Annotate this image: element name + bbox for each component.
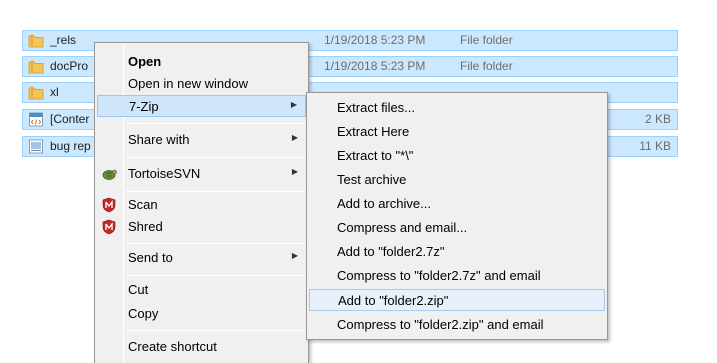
submenu-item-test-archive[interactable]: Test archive: [309, 169, 605, 191]
file-name: bug rep: [50, 139, 91, 153]
file-size: 2 KB: [644, 112, 671, 126]
menu-item-open[interactable]: Open: [97, 51, 306, 73]
folder-icon: [28, 85, 44, 100]
submenu-item-label: Compress to "folder2.zip" and email: [337, 317, 544, 332]
submenu-item-extract-here[interactable]: Extract Here: [309, 121, 605, 143]
menu-item-create-shortcut[interactable]: Create shortcut: [97, 336, 306, 358]
menu-separator: [126, 243, 306, 244]
submenu-item-add-to-archive[interactable]: Add to archive...: [309, 193, 605, 215]
submenu-item-label: Compress and email...: [337, 220, 468, 235]
submenu-item-compress-7z-email[interactable]: Compress to "folder2.7z" and email: [309, 265, 605, 287]
menu-separator: [126, 191, 306, 192]
submenu-item-label: Extract to "*\": [337, 148, 414, 163]
menu-separator: [126, 275, 306, 276]
file-size: 11 KB: [639, 139, 671, 153]
menu-item-label: 7-Zip: [129, 99, 159, 114]
menu-item-label: Scan: [128, 197, 158, 212]
file-name: [Conter: [50, 112, 90, 126]
tortoisesvn-icon: [101, 166, 117, 182]
submenu-arrow-icon: ▶: [290, 100, 297, 109]
file-date: 1/19/2018 5:23 PM: [324, 33, 426, 47]
xml-file-icon: [28, 112, 44, 127]
submenu-item-label: Compress to "folder2.7z" and email: [337, 268, 541, 283]
menu-item-label: TortoiseSVN: [128, 166, 201, 181]
menu-item-send-to[interactable]: Send to ▶: [97, 247, 306, 269]
submenu-item-label: Test archive: [337, 172, 407, 187]
menu-item-label: Send to: [128, 250, 173, 265]
submenu-item-label: Add to "folder2.7z": [337, 244, 445, 259]
submenu-item-compress-and-email[interactable]: Compress and email...: [309, 217, 605, 239]
menu-item-scan[interactable]: Scan: [97, 194, 306, 216]
file-type: File folder: [460, 59, 513, 73]
mcafee-shield-icon: [101, 197, 117, 213]
mcafee-shield-icon: [101, 219, 117, 235]
menu-item-open-new-window[interactable]: Open in new window: [97, 73, 306, 95]
menu-item-label: Copy: [128, 306, 159, 321]
document-file-icon: [28, 139, 44, 154]
submenu-item-label: Extract Here: [337, 124, 410, 139]
menu-separator: [126, 157, 306, 158]
menu-item-label: Share with: [128, 132, 190, 147]
folder-icon: [28, 33, 44, 48]
submenu-arrow-icon: ▶: [291, 133, 298, 142]
file-name: docPro: [50, 59, 89, 73]
folder-icon: [28, 59, 44, 74]
submenu-arrow-icon: ▶: [291, 167, 298, 176]
submenu-item-label: Extract files...: [337, 100, 416, 115]
submenu-item-extract-files[interactable]: Extract files...: [309, 97, 605, 119]
submenu-arrow-icon: ▶: [291, 251, 298, 260]
menu-separator: [126, 330, 306, 331]
context-menu: Open Open in new window 7-Zip ▶ Share wi…: [94, 42, 309, 363]
submenu-item-label: Add to "folder2.zip": [338, 293, 449, 308]
menu-item-label: Cut: [128, 282, 149, 297]
file-name: xl: [50, 85, 59, 99]
menu-item-label: Shred: [128, 219, 163, 234]
menu-item-copy[interactable]: Copy: [97, 303, 306, 325]
menu-item-tortoisesvn[interactable]: TortoiseSVN ▶: [97, 163, 306, 185]
menu-item-7zip[interactable]: 7-Zip ▶: [97, 95, 306, 117]
file-type: File folder: [460, 33, 513, 47]
menu-item-label: Open in new window: [128, 76, 248, 91]
submenu-item-add-to-7z[interactable]: Add to "folder2.7z": [309, 241, 605, 263]
file-date: 1/19/2018 5:23 PM: [324, 59, 426, 73]
seven-zip-submenu: Extract files... Extract Here Extract to…: [306, 92, 608, 340]
submenu-item-add-to-zip[interactable]: Add to "folder2.zip": [309, 289, 605, 311]
submenu-item-extract-to[interactable]: Extract to "*\": [309, 145, 605, 167]
file-name: _rels: [50, 33, 77, 47]
menu-item-cut[interactable]: Cut: [97, 279, 306, 301]
menu-item-share-with[interactable]: Share with ▶: [97, 129, 306, 151]
submenu-item-label: Add to archive...: [337, 196, 431, 211]
menu-item-label: Create shortcut: [128, 339, 217, 354]
menu-item-shred[interactable]: Shred: [97, 216, 306, 238]
submenu-item-compress-zip-email[interactable]: Compress to "folder2.zip" and email: [309, 314, 605, 336]
menu-item-label: Open: [128, 54, 162, 69]
menu-separator: [126, 123, 306, 124]
